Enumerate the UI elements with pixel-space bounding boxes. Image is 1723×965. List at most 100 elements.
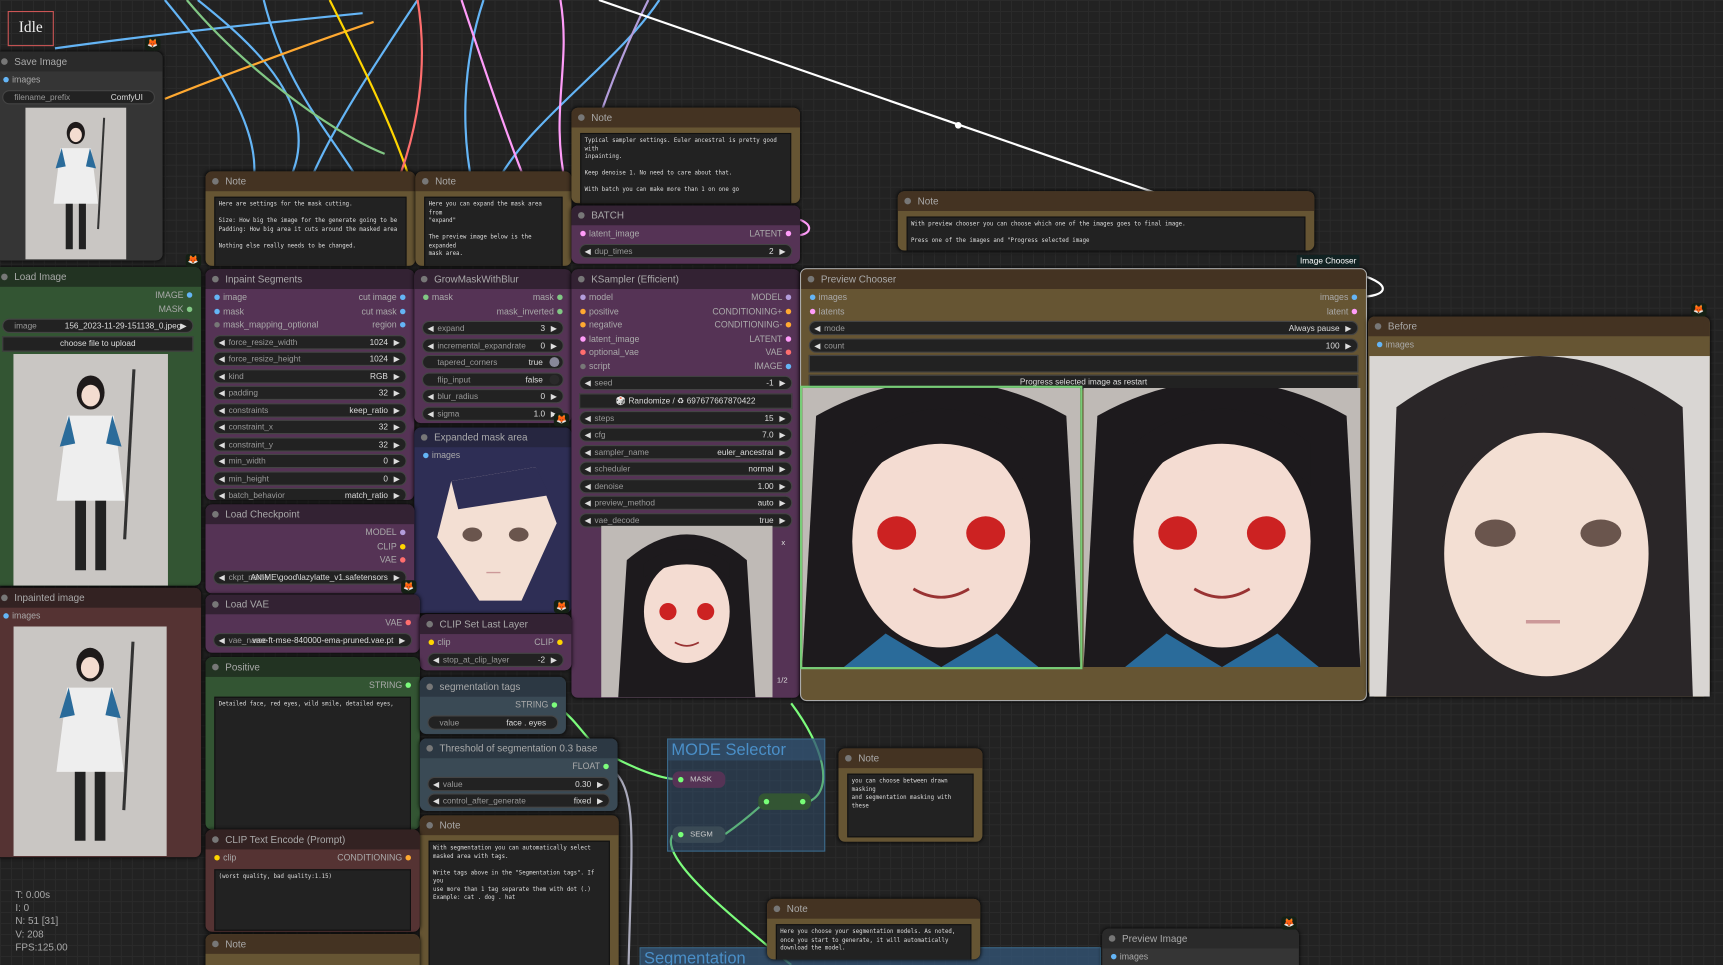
output-dot-icon[interactable] — [405, 855, 411, 861]
input-slot[interactable]: mask — [211, 305, 244, 319]
decrement-arrow-icon[interactable]: ◀ — [219, 634, 225, 646]
node-clip-set-last-layer[interactable]: CLIP Set Last Layer clip CLIP ◀ stop_at_clip… — [419, 614, 572, 671]
output-dot-icon[interactable] — [785, 231, 792, 237]
node-graph-canvas[interactable]: Idle T: 0.00s I: 0 N: 51 [31] V: 208 FPS… — [0, 0, 1723, 965]
node-title-bar[interactable]: BATCH — [571, 205, 800, 226]
node-segmentation-tags[interactable]: segmentation tags STRING value face . eyes — [419, 676, 566, 735]
note-textarea[interactable]: Here you choose your segmentation models… — [775, 924, 972, 960]
output-slot[interactable]: VAE — [380, 554, 409, 568]
decrement-arrow-icon[interactable]: ◀ — [219, 571, 225, 583]
input-slot[interactable]: negative — [577, 319, 622, 333]
widget-padding[interactable]: ◀ padding 32 ▶ — [213, 385, 407, 400]
input-dot-icon[interactable] — [1110, 954, 1117, 960]
collapse-dot-icon[interactable] — [212, 663, 219, 671]
output-slot[interactable]: STRING — [369, 679, 414, 693]
node-note-mode[interactable]: Note you can choose between drawn masking… — [838, 748, 983, 842]
output-slot[interactable]: CLIP — [534, 636, 566, 650]
input-dot-icon[interactable] — [580, 308, 586, 315]
output-slot[interactable]: LATENT — [749, 332, 794, 346]
widget-preview-method[interactable]: ◀ preview_method auto ▶ — [579, 495, 793, 510]
widget-sigma[interactable]: ◀sigma1.0▶ — [421, 406, 564, 421]
increment-arrow-icon[interactable]: ▶ — [597, 777, 603, 789]
empty-widget[interactable] — [808, 354, 1359, 373]
input-dot-icon[interactable] — [214, 308, 220, 315]
increment-arrow-icon[interactable]: ▶ — [394, 571, 400, 583]
input-dot-icon[interactable] — [423, 294, 429, 301]
output-dot-icon[interactable] — [785, 322, 792, 328]
increment-arrow-icon[interactable]: ▶ — [394, 336, 400, 348]
output-dot-icon[interactable] — [399, 294, 406, 301]
increment-arrow-icon[interactable]: ▶ — [551, 390, 557, 402]
node-load-vae[interactable]: Load VAE VAE ◀ vae_name vae-ft-mse-840000-em… — [205, 594, 420, 653]
widget-control-after-generate[interactable]: ◀ control_after_generate fixed ▶ — [427, 793, 610, 808]
reroute-mask[interactable]: MASK — [672, 771, 726, 788]
output-dot-icon[interactable] — [603, 764, 609, 770]
collapse-dot-icon[interactable] — [426, 620, 433, 628]
node-title-bar[interactable]: Preview Chooser — [801, 269, 1366, 290]
node-preview-image[interactable]: Preview Image images — [1102, 928, 1299, 965]
input-slot[interactable]: mask_mapping_optional — [211, 319, 318, 333]
output-dot-icon[interactable] — [785, 294, 792, 301]
widget-dup-times[interactable]: ◀ dup_times 2 ▶ — [579, 243, 793, 258]
widget-vae-name[interactable]: ◀ vae_name vae-ft-mse-840000-ema-pruned.va… — [213, 632, 413, 647]
output-dot-icon[interactable] — [785, 308, 792, 315]
decrement-arrow-icon[interactable]: ◀ — [433, 795, 439, 807]
output-slot[interactable]: FLOAT — [572, 760, 612, 774]
widget-force-resize-height[interactable]: ◀ force_resize_height 1024 ▶ — [213, 351, 407, 366]
loaded-image-preview[interactable] — [13, 353, 168, 586]
collapse-dot-icon[interactable] — [1, 273, 8, 281]
output-slot[interactable]: latent — [1327, 305, 1361, 319]
output-dot-icon[interactable] — [405, 682, 411, 689]
decrement-arrow-icon[interactable]: ◀ — [219, 438, 225, 450]
decrement-arrow-icon[interactable]: ◀ — [219, 387, 225, 399]
increment-arrow-icon[interactable]: ▶ — [394, 472, 400, 484]
input-slot[interactable]: latent_image — [577, 227, 639, 241]
increment-arrow-icon[interactable]: ▶ — [394, 455, 400, 467]
inpainted-image-preview[interactable] — [13, 626, 167, 857]
increment-arrow-icon[interactable]: ▶ — [779, 497, 785, 509]
node-title-bar[interactable]: Positive — [205, 657, 420, 677]
decrement-arrow-icon[interactable]: ◀ — [585, 377, 591, 389]
input-dot-icon[interactable] — [580, 231, 586, 237]
output-dot-icon[interactable] — [399, 308, 406, 315]
node-title-bar[interactable]: Before — [1368, 316, 1710, 337]
node-note-models[interactable]: Note Here you choose your segmentation mo… — [767, 898, 981, 960]
increment-arrow-icon[interactable]: ▶ — [551, 322, 557, 334]
increment-arrow-icon[interactable]: ▶ — [1345, 322, 1351, 334]
output-slot[interactable]: MODEL — [365, 526, 408, 540]
node-title-bar[interactable]: Note — [419, 815, 619, 836]
node-note-segmentation[interactable]: Note With segmentation you can automatica… — [419, 815, 619, 965]
collapse-dot-icon[interactable] — [1, 58, 8, 65]
output-dot-icon[interactable] — [186, 292, 193, 299]
input-slot[interactable]: images — [0, 610, 40, 624]
decrement-arrow-icon[interactable]: ◀ — [814, 339, 820, 351]
output-dot-icon[interactable] — [551, 702, 558, 709]
output-dot-icon[interactable] — [785, 363, 792, 370]
decrement-arrow-icon[interactable]: ◀ — [585, 514, 591, 526]
node-title-bar[interactable]: CLIP Text Encode (Prompt) — [205, 829, 420, 850]
collapse-dot-icon[interactable] — [426, 683, 433, 691]
widget-seed[interactable]: ◀ seed -1 ▶ — [579, 375, 793, 391]
widget-constraints[interactable]: ◀ constraints keep_ratio ▶ — [213, 402, 407, 418]
collapse-dot-icon[interactable] — [1108, 935, 1116, 942]
ksampler-preview[interactable] — [601, 525, 773, 698]
output-slot[interactable]: CONDITIONING — [337, 852, 414, 866]
widget-flip-input[interactable]: flip_input false — [421, 371, 564, 387]
input-dot-icon[interactable] — [1376, 342, 1383, 348]
saved-image-preview[interactable] — [25, 107, 127, 261]
input-dot-icon[interactable] — [214, 855, 220, 861]
decrement-arrow-icon[interactable]: ◀ — [219, 421, 225, 433]
output-slot[interactable]: CONDITIONING+ — [712, 305, 794, 319]
output-dot-icon[interactable] — [399, 557, 406, 564]
toggle-knob-icon[interactable] — [549, 374, 560, 385]
collapse-dot-icon[interactable] — [212, 178, 219, 185]
collapse-dot-icon[interactable] — [421, 178, 429, 185]
input-slot[interactable]: images — [1374, 338, 1414, 352]
note-textarea[interactable]: (worst quality, bad quality:1.15) — [214, 868, 411, 931]
output-dot-icon[interactable] — [557, 308, 563, 315]
output-dot-icon[interactable] — [399, 530, 406, 536]
output-slot[interactable]: mask_inverted — [497, 305, 566, 319]
output-slot[interactable]: region — [372, 319, 409, 333]
output-dot-icon[interactable] — [785, 349, 792, 356]
output-dot-icon[interactable] — [405, 620, 411, 626]
